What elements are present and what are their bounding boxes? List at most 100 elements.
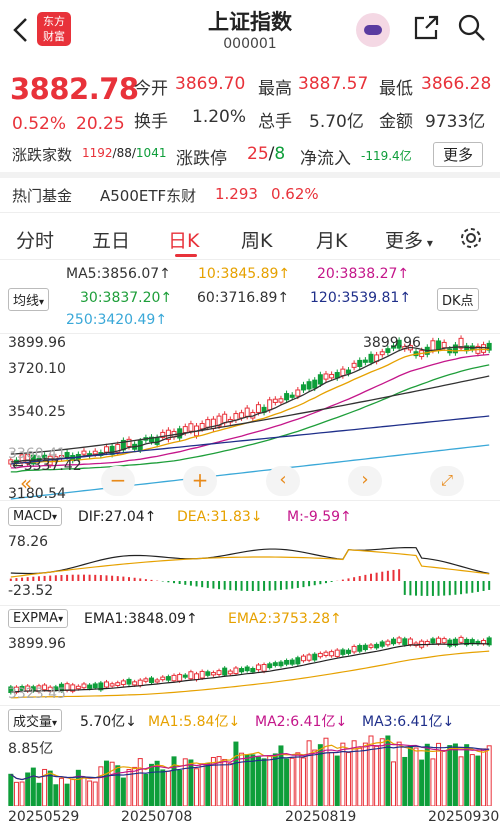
volume-bar [109,761,115,806]
last-price: 3882.78 [10,72,139,106]
expma-candle-body [81,683,87,689]
zoom-in-button[interactable]: + [183,466,217,496]
candle-body [81,450,87,455]
volume-bar [374,745,380,806]
candle-body [103,446,109,453]
scroll-left-button[interactable]: ‹ [266,466,300,496]
expma-candle-body [430,638,436,644]
volume-bar [284,758,290,806]
date-label-1: 20250529 [8,809,80,825]
candle-body [351,362,357,368]
ma30-label: 30:3837.20↑ [80,290,173,306]
ma20-label: 20:3838.27↑ [317,266,410,282]
volume-selector[interactable]: 成交量▾ [8,709,63,732]
kline-axis-top: 3899.96 [8,335,66,351]
candle-body [255,404,261,413]
candle-body [126,438,132,447]
volume-bar [19,781,25,806]
limit-up: 25 [247,144,269,164]
scroll-right-button[interactable]: › [348,466,382,496]
expma-candle-body [182,674,188,678]
volume-bar [58,777,64,806]
limit-down: 8 [274,144,286,164]
volume-bar [334,755,340,806]
tab-five-day[interactable]: 五日 [92,226,130,253]
expma-candle-body [407,638,413,646]
tab-intraday[interactable]: 分时 [16,226,54,253]
expma-candle-body [391,638,397,645]
macd-dea-line [10,549,490,578]
volume-bar [250,754,256,806]
turnover-value: 1.20% [192,107,247,127]
more-button[interactable]: 更多 [433,142,484,167]
candle-body [295,389,301,397]
expma-candle-body [436,637,442,645]
hot-fund-row[interactable]: 热门基金 A500ETF东财 1.293 0.62% [0,178,500,212]
volume-bar [194,768,200,806]
volume-bar [165,770,171,806]
volume-bar [188,759,194,806]
volume-bar [289,757,295,806]
kline-chart-area[interactable]: 3899.96 3720.10 3540.25 3360.41 3180.54 … [0,333,500,502]
expma-candle-body [222,667,228,676]
expma-candle-body [177,674,183,682]
expma-ema2-line [10,650,490,699]
expma-panel[interactable]: EXPMA▾ EMA1:3848.09↑ EMA2:3753.28↑ 3899.… [0,605,500,705]
expma-candle-body [447,639,453,647]
expma-candle-body [103,681,109,688]
volume-bar [424,743,430,806]
assistant-avatar-icon[interactable] [356,13,390,47]
candle-body [300,384,306,391]
volume-bar [464,744,470,806]
expma-candle-body [109,683,115,687]
tab-monthly-k[interactable]: 月K [316,226,347,253]
volume-panel[interactable]: 成交量▾ 5.70亿↓ MA1:5.84亿↓ MA2:6.41亿↓ MA3:6.… [0,705,500,806]
candle-body [357,359,363,367]
candle-body [244,407,250,417]
candle-body [306,381,312,390]
expma-candle-body [120,680,126,685]
candle-body [233,413,239,421]
expma-candle-body [362,644,368,651]
dk-point-button[interactable]: DK点 [437,288,479,311]
volume-bar [64,783,70,806]
expma-chart [8,635,492,699]
expma-axis-bottom: 3323.45 [8,686,66,702]
expma-candle-body [115,682,121,686]
candle-body [92,450,98,455]
settings-gear-icon[interactable] [459,226,483,250]
tab-weekly-k[interactable]: 周K [241,226,272,253]
volume-bar [481,748,487,806]
fullscreen-icon[interactable]: ⤢ [430,466,464,496]
candle-body [272,398,278,403]
tab-more[interactable]: 更多 ▾ [385,226,433,253]
macd-panel[interactable]: MACD▾ DIF:27.04↑ DEA:31.83↓ M:-9.59↑ 78.… [0,505,500,605]
ma10-label: 10:3845.89↑ [198,266,291,282]
caret-down-icon: ▾ [423,236,433,250]
share-icon[interactable] [412,14,440,42]
candle-body [312,379,318,389]
volume-value: 5.70亿↓ [80,714,137,730]
breadth-values: 1192/88/1041 [82,146,167,160]
scroll-left-fast-button[interactable]: « [20,471,32,495]
candle-body [205,419,211,428]
volume-bar [300,757,306,806]
high-label: 最高 [258,79,292,99]
expma-candle-body [75,685,81,690]
zoom-out-button[interactable]: − [101,466,135,496]
expma-selector[interactable]: EXPMA▾ [8,609,69,628]
ma-selector[interactable]: 均线▾ [8,288,50,311]
change-percent: 0.52% [12,114,67,134]
divider [0,212,500,213]
volume-bar [357,747,363,806]
expma-candle-body [149,677,155,683]
volume-ma1: MA1:5.84亿↓ [148,714,241,730]
volume-bar [306,740,312,806]
macd-selector[interactable]: MACD▾ [8,507,62,526]
inflow-label: 净流入 [300,149,351,169]
search-icon[interactable] [457,13,487,43]
quote-panel: 3882.78 0.52% 20.25 今开 3869.70 最高 3887.5… [0,62,500,174]
tab-daily-k[interactable]: 日K [168,226,199,253]
volume-selector-label: 成交量 [13,715,53,730]
volume-bar [103,760,109,806]
